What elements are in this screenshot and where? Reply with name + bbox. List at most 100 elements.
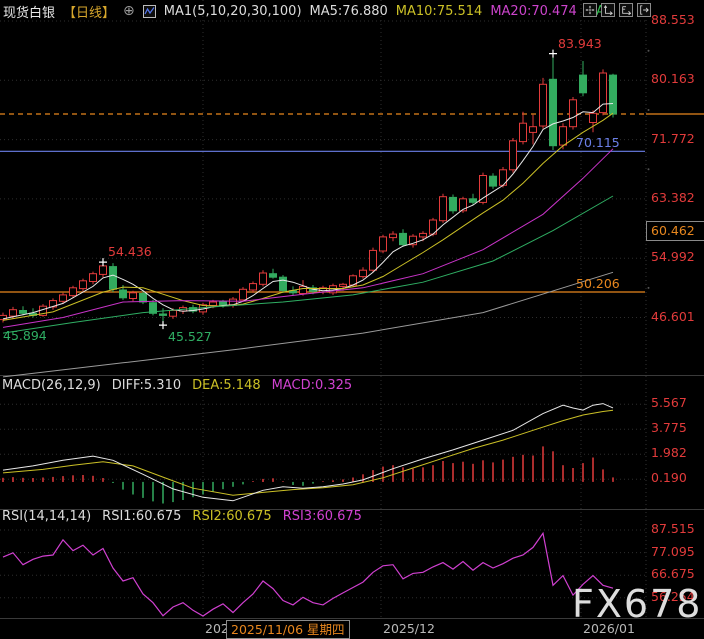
candle-body — [530, 127, 537, 133]
macd-histogram-bar — [232, 482, 234, 487]
macd-label-row: MACD(26,12,9) DIFF:5.310 DEA:5.148 MACD:… — [2, 378, 363, 393]
candle-body — [90, 274, 97, 282]
macd-axis-label: 5.567 — [651, 396, 687, 410]
candle-body — [80, 281, 87, 289]
macd-histogram-bar — [552, 451, 554, 482]
rsi1-value: RSI1:60.675 — [102, 509, 181, 524]
candle-body — [260, 273, 267, 284]
price-axis-label: 71.772 — [651, 132, 695, 146]
price-annotation: 54.436 — [108, 245, 152, 259]
x-axis-scale-icon[interactable] — [619, 3, 633, 17]
ma10-line — [3, 113, 613, 320]
macd-histogram-bar — [202, 482, 204, 495]
macd-histogram-bar — [142, 482, 144, 498]
macd-histogram-bar — [602, 469, 604, 482]
candle-body — [610, 75, 617, 114]
macd-histogram-bar — [262, 479, 264, 482]
macd-histogram-bar — [172, 482, 174, 502]
candle-body — [210, 302, 217, 306]
macd-histogram-bar — [242, 482, 244, 485]
price-annotation: 45.894 — [3, 329, 47, 343]
price-annotation: 45.527 — [168, 330, 212, 344]
price-axis-label: 54.992 — [651, 250, 695, 264]
ma30-line — [3, 196, 613, 333]
candle-body — [280, 277, 287, 290]
candle-body — [250, 284, 257, 290]
rsi-axis-label: 66.675 — [651, 567, 695, 581]
candle-body — [420, 233, 427, 237]
candle-body — [370, 250, 377, 270]
chart-canvas[interactable] — [0, 0, 704, 639]
crosshair-price-box: 60.462 — [646, 221, 704, 241]
rsi-axis-label: 87.515 — [651, 522, 695, 536]
axis-tick — [648, 50, 650, 52]
axis-tick — [648, 109, 650, 111]
candle-body — [390, 234, 397, 238]
price-marker-cross — [159, 321, 167, 329]
candle-body — [470, 199, 477, 203]
macd-histogram-bar — [482, 460, 484, 482]
add-indicator-icon[interactable]: ⊕ — [123, 3, 135, 19]
price-axis-label: 80.163 — [651, 72, 695, 86]
macd-histogram-bar — [502, 460, 504, 482]
ma20-value: MA20:70.474 — [490, 4, 577, 19]
candle-body — [580, 75, 587, 93]
candle-body — [440, 197, 447, 221]
macd-histogram-bar — [292, 482, 294, 485]
instrument-title: 现货白银 — [3, 2, 55, 21]
macd-histogram-bar — [102, 478, 104, 482]
macd-histogram-bar — [112, 482, 114, 483]
macd-title: MACD(26,12,9) — [2, 378, 101, 393]
detach-window-icon[interactable] — [637, 3, 651, 17]
candle-body — [340, 284, 347, 286]
period-selector[interactable]: 【日线】 — [63, 2, 115, 21]
chart-header: 现货白银 【日线】 ⊕ MA1(5,10,20,30,100) MA5:76.8… — [3, 2, 613, 20]
macd-diff-value: DIFF:5.310 — [112, 378, 181, 393]
macd-histogram-bar — [472, 464, 474, 482]
rsi-title: RSI(14,14,14) — [2, 509, 91, 524]
price-marker-cross — [99, 258, 107, 266]
ma5-value: MA5:76.880 — [310, 4, 388, 19]
macd-histogram-bar — [212, 482, 214, 492]
rsi-line — [3, 533, 613, 616]
macd-histogram-bar — [412, 469, 414, 482]
macd-histogram-bar — [162, 482, 164, 504]
macd-histogram-bar — [572, 468, 574, 482]
macd-histogram-bar — [42, 478, 44, 483]
macd-histogram-bar — [592, 458, 594, 482]
macd-histogram-bar — [432, 465, 434, 482]
candle-body — [120, 290, 127, 298]
candle-body — [360, 270, 367, 276]
macd-hist-value: MACD:0.325 — [272, 378, 353, 393]
macd-histogram-bar — [72, 475, 74, 482]
candle-body — [160, 314, 167, 315]
macd-histogram-bar — [152, 482, 154, 502]
mini-chart-icon[interactable] — [143, 5, 156, 18]
macd-histogram-bar — [382, 467, 384, 482]
macd-histogram-bar — [462, 462, 464, 482]
macd-axis-label: 0.190 — [651, 471, 687, 485]
macd-histogram-bar — [332, 480, 334, 482]
macd-histogram-bar — [52, 477, 54, 482]
macd-histogram-bar — [532, 456, 534, 483]
y-axis-scale-icon[interactable] — [601, 3, 615, 17]
candle-body — [100, 266, 107, 275]
macd-histogram-bar — [252, 481, 254, 482]
crosshair-icon[interactable] — [583, 3, 597, 17]
macd-histogram-bar — [32, 478, 34, 482]
macd-histogram-bar — [452, 463, 454, 482]
candle-body — [110, 267, 117, 290]
candle-body — [590, 113, 597, 122]
line-price-label: 70.115 — [576, 136, 620, 150]
macd-histogram-bar — [82, 475, 84, 482]
candle-body — [10, 310, 17, 316]
rsi3-value: RSI3:60.675 — [283, 509, 362, 524]
macd-histogram-bar — [422, 467, 424, 482]
toolbar-icons — [583, 3, 651, 17]
macd-histogram-bar — [562, 465, 564, 482]
macd-histogram-bar — [392, 465, 394, 482]
candle-body — [400, 233, 407, 244]
candle-body — [70, 288, 77, 296]
macd-histogram-bar — [542, 446, 544, 482]
price-axis-label: 88.553 — [651, 13, 695, 27]
